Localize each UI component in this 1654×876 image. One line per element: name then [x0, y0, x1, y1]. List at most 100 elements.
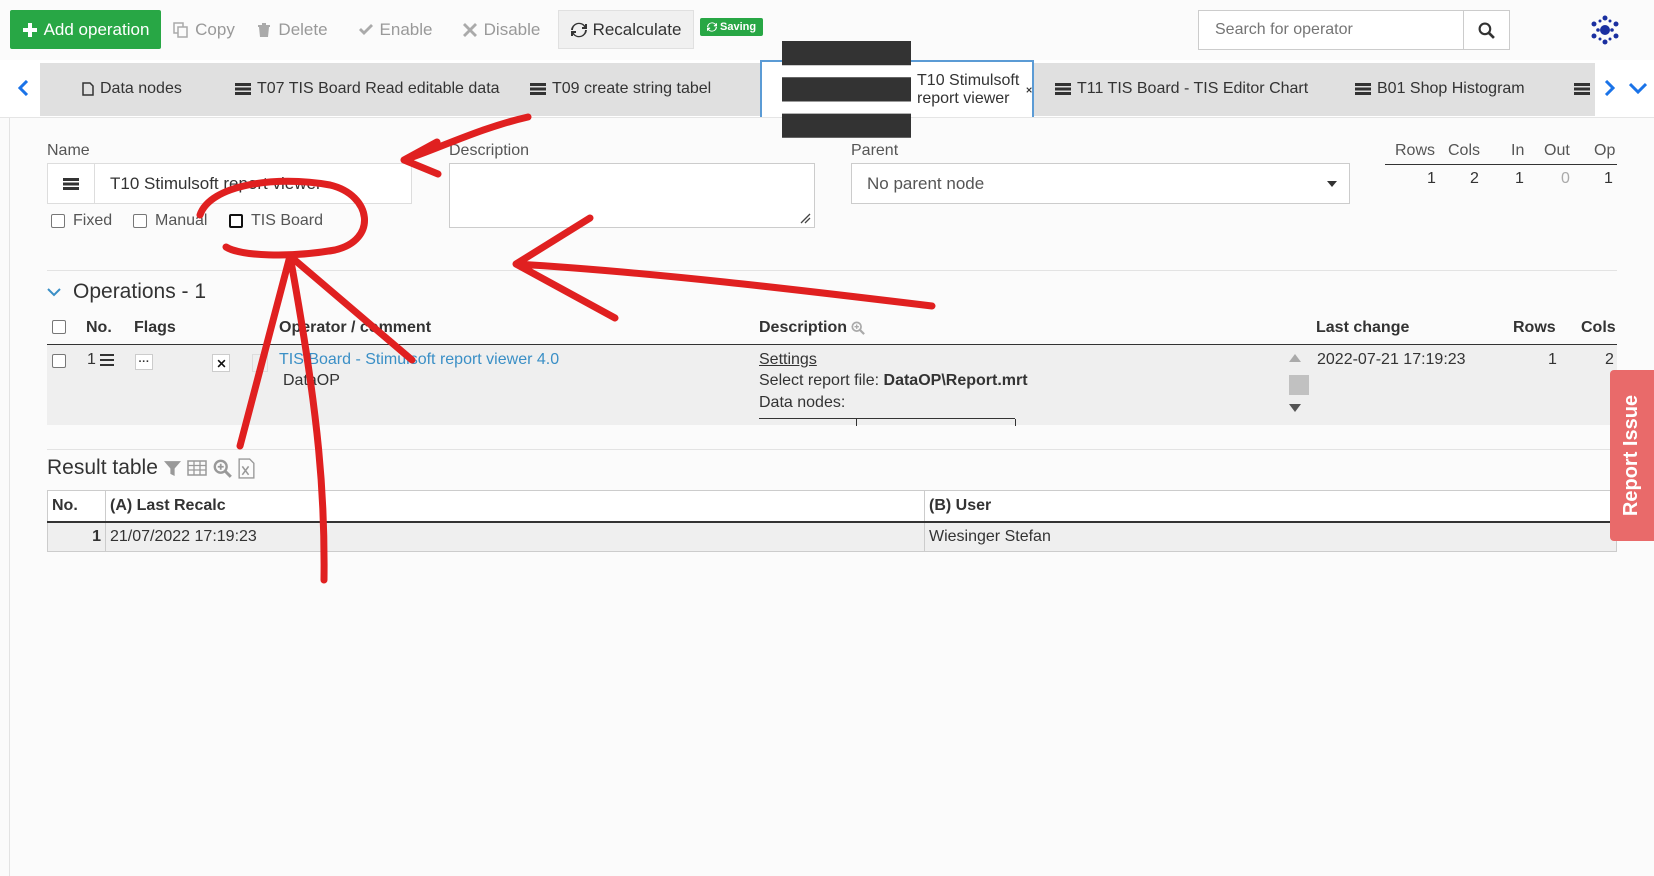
table-row[interactable]: 1 ··· TIS Board - Stimulsoft report view… — [47, 345, 1617, 426]
select-all-checkbox[interactable] — [52, 320, 66, 334]
col-operator-header: Operator / comment — [279, 319, 432, 336]
description-label: Description — [449, 142, 530, 159]
operations-title: Operations - 1 — [73, 280, 207, 303]
row-scrollbar-thumb[interactable] — [1289, 375, 1309, 395]
settings-link[interactable]: Settings — [759, 351, 817, 369]
tab-t11[interactable]: T11 TIS Board - TIS Editor Chart — [1055, 63, 1330, 114]
result-table-title: Result table — [47, 456, 158, 479]
saving-badge: Saving — [700, 18, 764, 36]
copy-label: Copy — [195, 19, 235, 39]
disable-button[interactable]: Disable — [456, 10, 546, 49]
tab-overflow[interactable] — [1574, 63, 1594, 114]
search-icon — [1478, 22, 1495, 39]
stats-out-header: Out — [1544, 142, 1570, 159]
checkbox-box[interactable] — [229, 214, 243, 228]
operator-search — [1198, 10, 1510, 50]
tab-scroll-left[interactable] — [12, 70, 36, 106]
enable-button[interactable]: Enable — [350, 10, 440, 49]
app-root: Add operation Copy Delete Enable Disable… — [0, 0, 1654, 876]
enable-label: Enable — [379, 19, 433, 39]
table-icon — [782, 41, 912, 138]
name-field[interactable]: T10 Stimulsoft report viewer — [47, 163, 412, 204]
result-table-header: Result table — [47, 456, 255, 480]
cols-value: 2 — [1605, 351, 1614, 368]
zoom-icon[interactable] — [851, 321, 865, 335]
chevron-down-icon — [47, 287, 61, 296]
tab-label: Data nodes — [100, 79, 182, 97]
times-icon — [217, 359, 225, 367]
tab-t07[interactable]: T07 TIS Board Read editable data — [235, 63, 525, 114]
rows-value: 1 — [1548, 351, 1557, 368]
excel-export-icon[interactable] — [238, 457, 255, 479]
tab-t09[interactable]: T09 create string tabel — [530, 63, 760, 114]
resize-handle-icon[interactable] — [800, 213, 811, 224]
operator-link[interactable]: TIS Board - Stimulsoft report viewer 4.0 — [279, 351, 559, 369]
stats-cols-value: 2 — [1470, 170, 1479, 187]
recalculate-button[interactable]: Recalculate — [558, 10, 694, 49]
description-textarea[interactable] — [449, 163, 815, 228]
result-col-no[interactable]: No. — [47, 490, 106, 523]
table-icon — [1574, 82, 1590, 95]
stats-out-value: 0 — [1561, 170, 1570, 187]
caret-down-icon — [1327, 181, 1337, 187]
tab-label: T07 TIS Board Read editable data — [257, 79, 500, 97]
tis-board-checkbox[interactable]: TIS Board — [229, 212, 323, 230]
checkbox-box[interactable] — [51, 214, 65, 228]
copy-icon — [173, 21, 188, 38]
tab-scroll-right[interactable] — [1597, 70, 1621, 106]
remove-flag-button[interactable] — [212, 354, 230, 372]
stats-rows-value: 1 — [1427, 170, 1436, 187]
row-no-value: 1 — [87, 351, 96, 368]
disable-label: Disable — [483, 19, 541, 39]
annotation-arrow-right — [512, 214, 936, 322]
flags-menu-button[interactable]: ··· — [135, 354, 153, 370]
result-table: No. (A) Last Recalc (B) User 1 21/07/202… — [47, 490, 1617, 552]
parent-select[interactable]: No parent node — [851, 163, 1350, 204]
result-col-user[interactable]: (B) User — [924, 490, 1617, 523]
times-icon — [462, 22, 477, 37]
zoom-icon[interactable] — [213, 459, 232, 478]
scroll-up-icon[interactable] — [1289, 354, 1301, 362]
tab-list-dropdown[interactable] — [1626, 70, 1650, 106]
stats-cols-header: Cols — [1448, 142, 1481, 159]
delete-label: Delete — [278, 19, 328, 39]
refresh-icon — [707, 22, 717, 32]
bars-icon[interactable] — [99, 354, 114, 366]
refresh-icon — [570, 22, 587, 37]
left-scroll-rail — [0, 118, 10, 876]
col-flags-header: Flags — [134, 319, 176, 336]
table-icon — [48, 164, 95, 203]
tab-b01[interactable]: B01 Shop Histogram — [1355, 63, 1545, 114]
table-grid-icon[interactable] — [187, 460, 207, 476]
result-cell-user: Wiesinger Stefan — [924, 521, 1617, 552]
copy-button[interactable]: Copy — [168, 10, 240, 49]
tab-label: T09 create string tabel — [552, 79, 712, 97]
app-logo-icon[interactable] — [1590, 14, 1620, 46]
manual-label: Manual — [155, 212, 208, 229]
col-cols-header: Cols — [1581, 319, 1616, 336]
report-issue-button[interactable]: Report Issue — [1610, 370, 1654, 541]
add-operation-button[interactable]: Add operation — [10, 10, 161, 49]
fixed-checkbox[interactable]: Fixed — [51, 212, 112, 230]
delete-button[interactable]: Delete — [252, 10, 332, 49]
stats-op-value: 1 — [1604, 170, 1613, 187]
row-number: 1 — [87, 351, 114, 369]
report-file-line: Select report file: DataOP\Report.mrt — [759, 372, 1028, 390]
scroll-down-icon[interactable] — [1289, 404, 1301, 412]
tab-label: T10 Stimulsoft report viewer — [917, 71, 1020, 107]
checkbox-box[interactable] — [133, 214, 147, 228]
tab-data-nodes[interactable]: Data nodes — [82, 63, 222, 114]
close-icon[interactable] — [1026, 84, 1032, 96]
tab-t10-active[interactable]: T10 Stimulsoft report viewer — [760, 41, 1034, 138]
table-row[interactable]: 1 21/07/2022 17:19:23 Wiesinger Stefan — [47, 521, 1617, 552]
search-button[interactable] — [1463, 11, 1509, 49]
operations-section-header[interactable]: Operations - 1 — [47, 280, 206, 304]
filter-icon[interactable] — [163, 460, 181, 477]
plus-icon — [22, 22, 37, 37]
row-checkbox[interactable] — [52, 354, 66, 368]
search-input[interactable] — [1199, 11, 1471, 49]
chevron-right-icon — [1604, 80, 1615, 96]
manual-checkbox[interactable]: Manual — [133, 212, 207, 230]
result-col-last-recalc[interactable]: (A) Last Recalc — [105, 490, 925, 523]
chevron-down-icon — [1629, 82, 1647, 94]
